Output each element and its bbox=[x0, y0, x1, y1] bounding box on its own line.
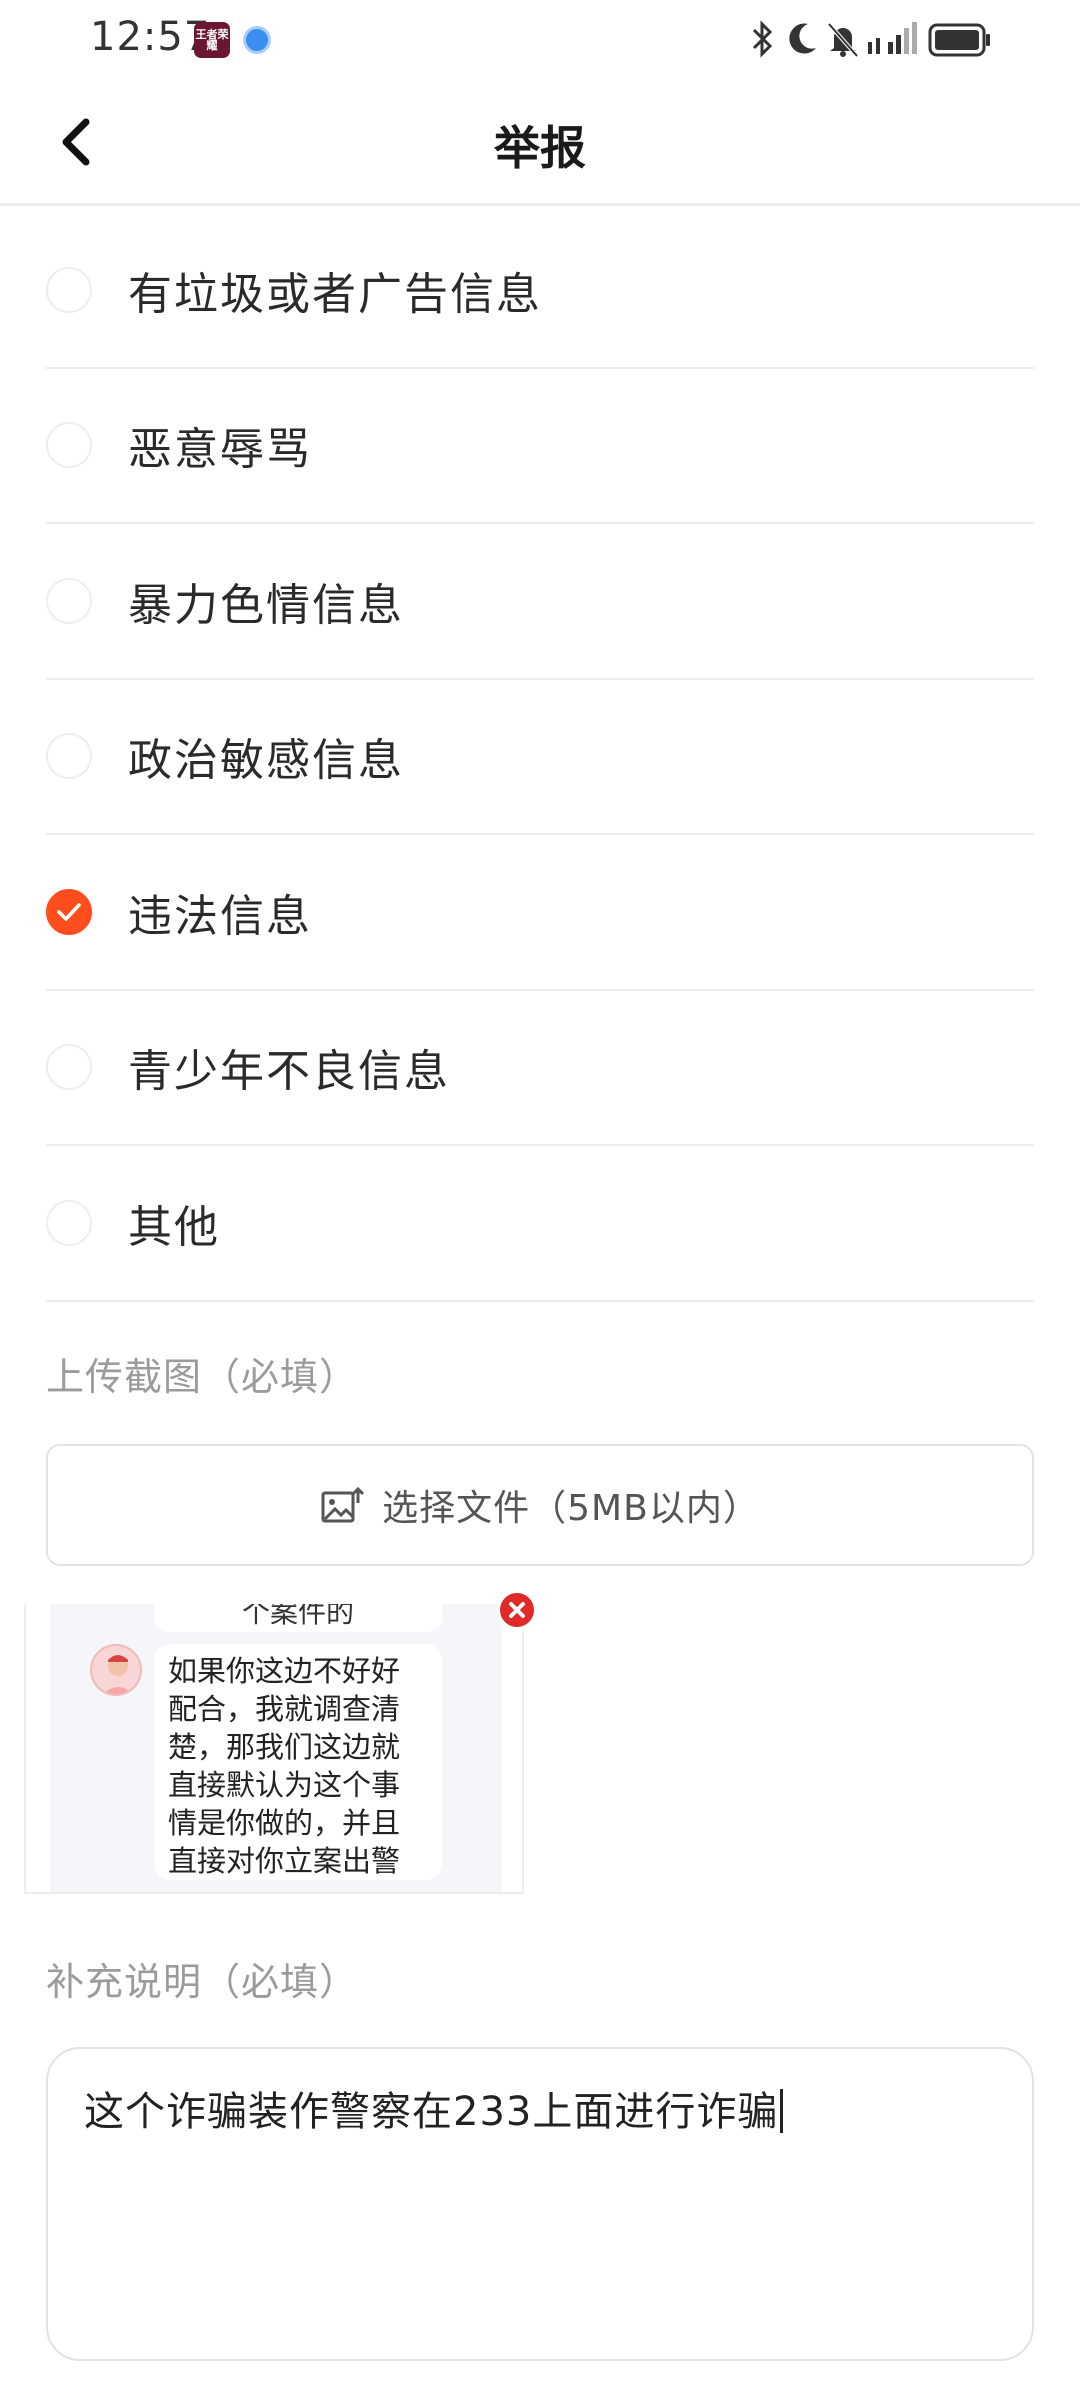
text-cursor bbox=[780, 2089, 784, 2133]
uploaded-screenshot-thumbnail[interactable]: 个案件的 如果你这边不好好配合，我就调查清楚，那我们这边就直接默认为这个事情是你… bbox=[24, 1604, 524, 1894]
avatar-person-icon bbox=[103, 1655, 133, 1694]
description-textarea[interactable]: 这个诈骗装作警察在233上面进行诈骗 bbox=[46, 2047, 1034, 2361]
radio-button[interactable] bbox=[46, 577, 92, 624]
bluetooth-icon bbox=[752, 20, 773, 58]
report-option-selected[interactable]: 违法信息 bbox=[46, 835, 1034, 991]
radio-button[interactable] bbox=[46, 422, 92, 469]
chat-bubble-fragment-text: 个案件的 bbox=[241, 1604, 354, 1629]
radio-button[interactable] bbox=[46, 266, 92, 313]
report-option[interactable]: 青少年不良信息 bbox=[46, 991, 1034, 1146]
option-label: 其他 bbox=[128, 1201, 220, 1253]
description-section-label: 补充说明（必填） bbox=[46, 1960, 359, 2004]
bell-off-icon bbox=[827, 22, 859, 58]
choose-file-label: 选择文件（5MB以内） bbox=[382, 1488, 760, 1529]
report-option[interactable]: 恶意辱骂 bbox=[46, 369, 1034, 524]
radio-button[interactable] bbox=[46, 1044, 92, 1091]
radio-button[interactable] bbox=[46, 1199, 92, 1246]
page-title: 举报 bbox=[494, 121, 586, 175]
option-label: 有垃圾或者广告信息 bbox=[128, 268, 542, 320]
option-label: 青少年不良信息 bbox=[128, 1046, 450, 1098]
checkmark-icon bbox=[57, 903, 81, 921]
option-label: 政治敏感信息 bbox=[128, 735, 404, 787]
image-upload-icon bbox=[321, 1486, 365, 1523]
report-option[interactable]: 政治敏感信息 bbox=[46, 680, 1034, 835]
avatar bbox=[90, 1644, 142, 1696]
report-option[interactable]: 暴力色情信息 bbox=[46, 524, 1034, 680]
report-option[interactable]: 其他 bbox=[46, 1146, 1034, 1302]
chat-bubble: 如果你这边不好好配合，我就调查清楚，那我们这边就直接默认为这个事情是你做的，并且… bbox=[154, 1644, 442, 1880]
moon-icon bbox=[789, 23, 816, 54]
radio-button-checked[interactable] bbox=[46, 888, 92, 935]
status-time: 12:57 bbox=[90, 14, 211, 60]
chat-bubble-fragment: 个案件的 bbox=[154, 1604, 442, 1632]
option-label: 暴力色情信息 bbox=[128, 579, 404, 631]
screenshot-content: 个案件的 如果你这边不好好配合，我就调查清楚，那我们这边就直接默认为这个事情是你… bbox=[50, 1604, 502, 1892]
report-reason-list: 有垃圾或者广告信息 恶意辱骂 暴力色情信息 政治敏感信息 违法信息 青少年不良信… bbox=[46, 213, 1034, 1302]
close-icon bbox=[509, 1602, 525, 1618]
app-notification-icon: 王者荣耀 bbox=[194, 22, 230, 58]
remove-screenshot-button[interactable] bbox=[497, 1590, 537, 1630]
option-label: 恶意辱骂 bbox=[128, 424, 312, 476]
browser-notification-icon bbox=[243, 26, 271, 54]
battery-icon bbox=[928, 23, 990, 57]
report-option[interactable]: 有垃圾或者广告信息 bbox=[46, 213, 1034, 369]
radio-button[interactable] bbox=[46, 733, 92, 780]
upload-section-label: 上传截图（必填） bbox=[46, 1355, 359, 1399]
signal-icon bbox=[868, 22, 917, 54]
option-label: 违法信息 bbox=[128, 890, 312, 942]
choose-file-button[interactable]: 选择文件（5MB以内） bbox=[46, 1444, 1034, 1566]
header: 举报 bbox=[0, 80, 1080, 206]
description-text: 这个诈骗装作警察在233上面进行诈骗 bbox=[84, 2089, 779, 2135]
